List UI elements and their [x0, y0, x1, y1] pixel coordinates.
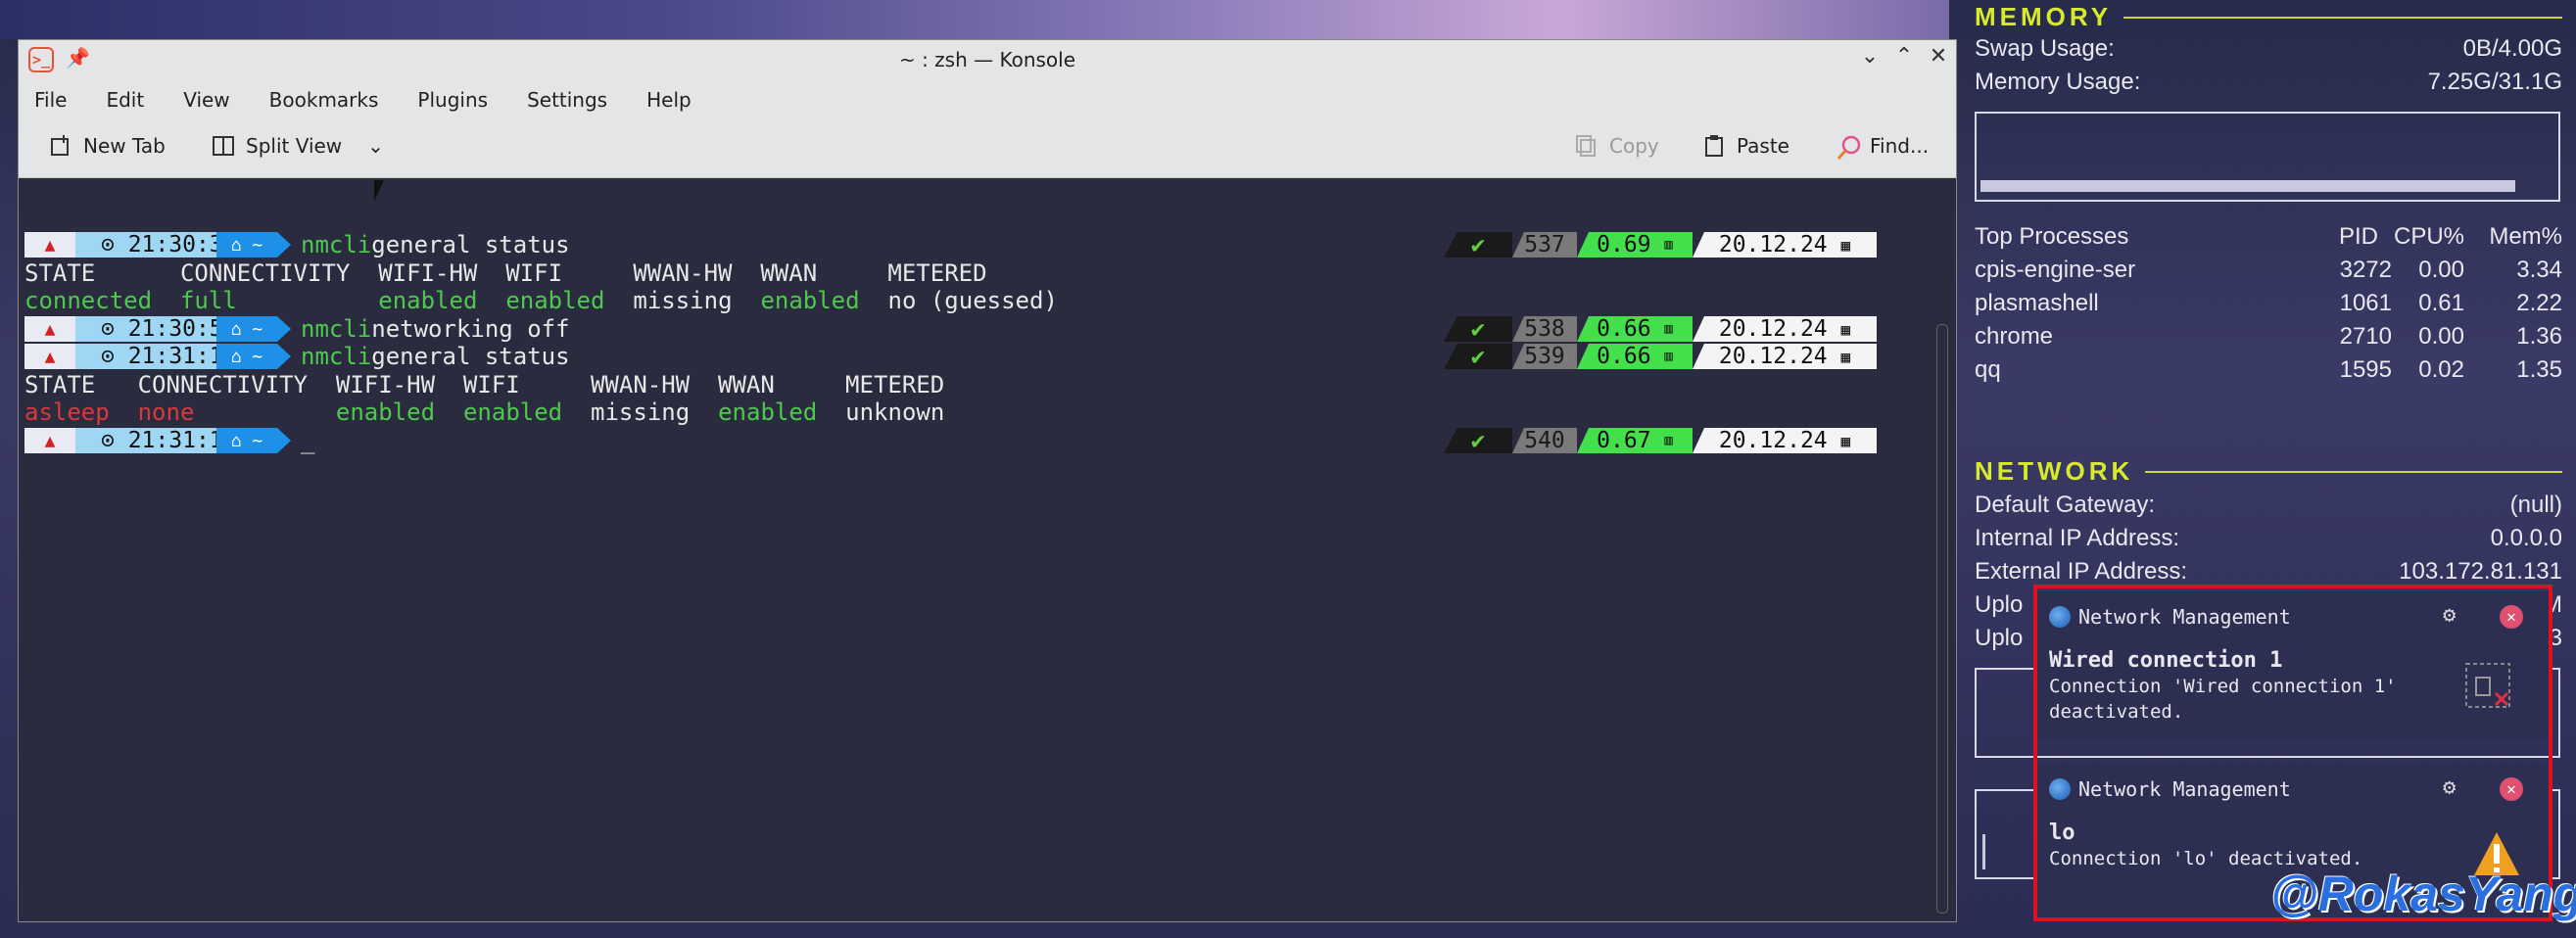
command-name: nmcli — [301, 315, 372, 343]
copy-icon — [1576, 135, 1598, 157]
konsole-window: >_ 📌 ~ : zsh — Konsole ⌄ ⌃ ✕ File Edit V… — [18, 39, 1957, 922]
right-prompt-1: ✔ 537 0.69 ▥ 20.12.24 ▦ — [1444, 232, 1877, 258]
text-cursor: _ — [301, 427, 315, 454]
new-tab-button[interactable]: New Tab — [50, 134, 166, 158]
minimize-icon[interactable]: ⌄ — [1855, 44, 1884, 69]
calendar-icon: ▦ — [1840, 235, 1851, 255]
paste-label: Paste — [1737, 134, 1789, 158]
arch-logo-icon: ▲ — [24, 316, 75, 342]
right-prompt-3: ✔ 539 0.66 ▥ 20.12.24 ▦ — [1444, 344, 1877, 369]
watermark: @RokasYang — [2270, 867, 2576, 921]
split-view-icon — [213, 135, 234, 157]
arch-logo-icon: ▲ — [24, 344, 75, 369]
output-2-row: asleep none enabled enabled missing enab… — [24, 399, 945, 426]
new-tab-label: New Tab — [83, 134, 166, 158]
copy-button[interactable]: Copy — [1576, 134, 1659, 158]
prompt-time: ⊙ 21:31:14 — [75, 428, 236, 453]
prompt-1: ▲ ⊙ 21:30:35 ⌂ ~ nmcli general status — [24, 231, 570, 258]
prompt-date: 20.12.24 ▦ — [1693, 344, 1877, 369]
arch-logo-icon: ▲ — [24, 232, 75, 258]
gateway-row: Default Gateway: (null) — [1975, 492, 2562, 518]
command-name: nmcli — [301, 343, 372, 370]
right-prompt-4: ✔ 540 0.67 ▥ 20.12.24 ▦ — [1444, 428, 1877, 453]
menu-plugins[interactable]: Plugins — [417, 88, 488, 112]
history-number: 540 — [1512, 428, 1577, 453]
terminal-scrollbar[interactable] — [1936, 324, 1948, 914]
history-number: 539 — [1512, 344, 1577, 369]
load-average: 0.69 ▥ — [1577, 232, 1693, 258]
load-average: 0.67 ▥ — [1577, 428, 1693, 453]
window-title: ~ : zsh — Konsole — [898, 48, 1076, 71]
command-args: networking off — [371, 315, 570, 343]
prompt-3: ▲ ⊙ 21:31:11 ⌂ ~ nmcli general status — [24, 343, 570, 370]
load-average: 0.66 ▥ — [1577, 344, 1693, 369]
memory-heading: MEMORY — [1975, 2, 2562, 32]
find-label: Find... — [1870, 134, 1930, 158]
find-button[interactable]: Find... — [1837, 134, 1930, 160]
command-args: general status — [371, 343, 570, 370]
toolbar: New Tab Split View ⌄ Copy Paste Find... — [19, 120, 1956, 178]
chart-icon: ▥ — [1664, 321, 1673, 337]
calendar-icon: ▦ — [1840, 347, 1851, 366]
chart-icon: ▥ — [1664, 237, 1673, 253]
internal-ip-row: Internal IP Address: 0.0.0.0 — [1975, 525, 2562, 551]
prompt-time: ⊙ 21:30:35 — [75, 232, 236, 258]
menu-view[interactable]: View — [183, 88, 229, 112]
split-view-button[interactable]: Split View ⌄ — [213, 134, 384, 158]
load-average: 0.66 ▥ — [1577, 316, 1693, 342]
calendar-icon: ▦ — [1840, 319, 1851, 339]
split-view-label: Split View — [246, 134, 343, 158]
prompt-date: 20.12.24 ▦ — [1693, 316, 1877, 342]
home-icon: ⌂ ~ — [216, 344, 277, 369]
command-name: nmcli — [301, 231, 372, 258]
terminal-view[interactable]: ▲ ⊙ 21:30:35 ⌂ ~ nmcli general status ✔ … — [19, 177, 1956, 921]
output-1-row: connected full enabled enabled missing e… — [24, 287, 1058, 314]
chevron-down-icon[interactable]: ⌄ — [367, 134, 384, 158]
history-number: 538 — [1512, 316, 1577, 342]
chart-icon: ▥ — [1664, 433, 1673, 448]
output-2-header: STATE CONNECTIVITY WIFI-HW WIFI WWAN-HW … — [24, 371, 945, 399]
chart-icon: ▥ — [1664, 349, 1673, 364]
paste-icon — [1703, 135, 1725, 157]
memory-graph — [1975, 112, 2560, 202]
prompt-date: 20.12.24 ▦ — [1693, 232, 1877, 258]
new-tab-icon — [50, 135, 72, 157]
mouse-cursor — [374, 180, 384, 202]
network-heading: NETWORK — [1975, 456, 2562, 487]
calendar-icon: ▦ — [1840, 431, 1851, 450]
maximize-icon[interactable]: ⌃ — [1889, 44, 1919, 69]
copy-label: Copy — [1609, 134, 1659, 158]
close-icon[interactable]: ✕ — [1924, 44, 1953, 69]
paste-button[interactable]: Paste — [1703, 134, 1789, 158]
title-bar[interactable]: >_ 📌 ~ : zsh — Konsole ⌄ ⌃ ✕ — [19, 40, 1956, 79]
command-args: general status — [371, 231, 570, 258]
search-icon — [1837, 135, 1861, 160]
memory-usage-row: Memory Usage: 7.25G/31.1G — [1975, 69, 2562, 95]
menu-edit[interactable]: Edit — [106, 88, 144, 112]
home-icon: ⌂ ~ — [216, 428, 277, 453]
prompt-2: ▲ ⊙ 21:30:59 ⌂ ~ nmcli networking off — [24, 315, 570, 343]
prompt-time: ⊙ 21:30:59 — [75, 316, 236, 342]
menu-settings[interactable]: Settings — [527, 88, 607, 112]
prompt-4: ▲ ⊙ 21:31:14 ⌂ ~ _ — [24, 427, 315, 454]
swap-usage-row: Swap Usage: 0B/4.00G — [1975, 35, 2562, 62]
history-number: 537 — [1512, 232, 1577, 258]
menu-help[interactable]: Help — [646, 88, 692, 112]
status-ok-icon: ✔ — [1444, 428, 1512, 453]
output-1-header: STATE CONNECTIVITY WIFI-HW WIFI WWAN-HW … — [24, 259, 987, 287]
status-ok-icon: ✔ — [1444, 344, 1512, 369]
home-icon: ⌂ ~ — [216, 232, 277, 258]
prompt-time: ⊙ 21:31:11 — [75, 344, 236, 369]
menu-bookmarks[interactable]: Bookmarks — [269, 88, 379, 112]
prompt-date: 20.12.24 ▦ — [1693, 428, 1877, 453]
status-ok-icon: ✔ — [1444, 316, 1512, 342]
menu-file[interactable]: File — [34, 88, 67, 112]
home-icon: ⌂ ~ — [216, 316, 277, 342]
status-ok-icon: ✔ — [1444, 232, 1512, 258]
right-prompt-2: ✔ 538 0.66 ▥ 20.12.24 ▦ — [1444, 316, 1877, 342]
wallpaper — [0, 0, 1949, 39]
menu-bar: File Edit View Bookmarks Plugins Setting… — [19, 79, 1956, 120]
arch-logo-icon: ▲ — [24, 428, 75, 453]
